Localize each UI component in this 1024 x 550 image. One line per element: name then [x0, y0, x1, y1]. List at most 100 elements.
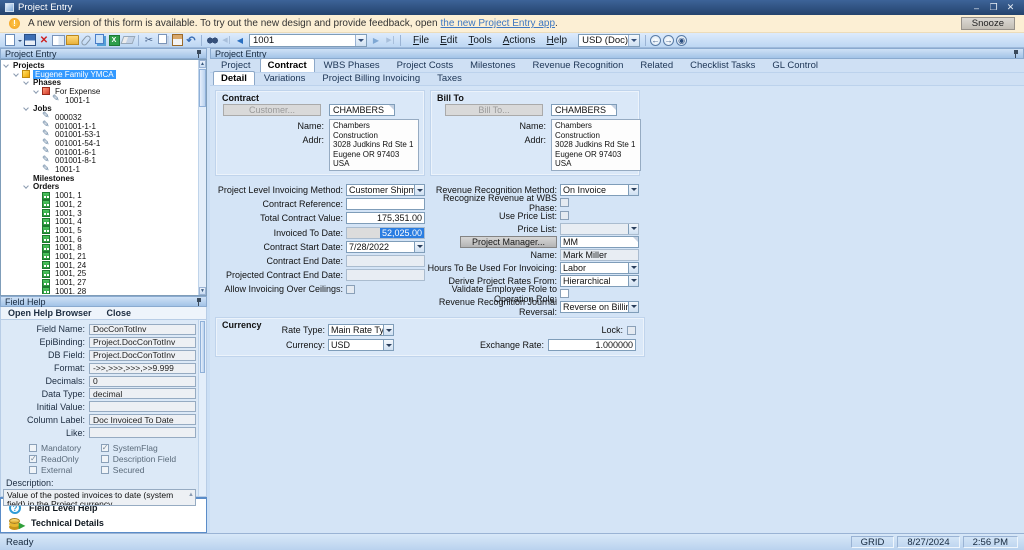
attachments-folder-icon[interactable] [65, 34, 79, 47]
menu-item[interactable]: Actions [503, 35, 536, 46]
tree-item[interactable]: 1001, 25 [2, 269, 198, 278]
next-record-icon[interactable] [369, 34, 383, 47]
tree-item[interactable]: 1001, 3 [2, 209, 198, 218]
tab[interactable]: Related [632, 58, 681, 72]
menu-item[interactable]: Edit [440, 35, 457, 46]
scroll-up-icon[interactable]: ▲ [199, 60, 206, 68]
rate-type-select[interactable]: Main Rate Type [328, 324, 394, 336]
close-button[interactable]: ✕ [1002, 2, 1019, 13]
record-navigation-circle-icon[interactable]: ◉ [676, 34, 688, 46]
sub-tab[interactable]: Variations [256, 71, 314, 85]
tree-item[interactable]: 1001, 8 [2, 243, 198, 252]
chevron-down-icon[interactable] [383, 340, 393, 350]
derive-project-rates-select[interactable]: Hierarchical [560, 274, 639, 287]
tab[interactable]: Milestones [462, 58, 523, 72]
tab[interactable]: GL Control [764, 58, 826, 72]
tree-item[interactable]: 001001-1-1 [2, 119, 198, 131]
field-help-menu-item[interactable]: Close [107, 308, 132, 318]
chevron-down-icon[interactable] [628, 301, 638, 312]
minimize-button[interactable]: – [968, 3, 985, 13]
tree-item[interactable]: Eugene Family YMCA [2, 69, 198, 79]
paste-icon[interactable] [170, 34, 184, 47]
technical-details-button[interactable]: Technical Details [9, 517, 198, 530]
tab[interactable]: Checklist Tasks [682, 58, 763, 72]
project-manager-id-field[interactable]: MM [560, 235, 639, 248]
tree-item[interactable]: 1001, 24 [2, 261, 198, 270]
tree-item[interactable]: 1001-1 [2, 93, 198, 105]
revrec-journal-reversal-select[interactable]: Reverse on Billing/Shipm [560, 300, 639, 313]
expander-icon[interactable] [23, 79, 29, 86]
bill-to-code-field[interactable]: CHAMBERS [551, 104, 617, 116]
record-id-combo[interactable]: 1001 [249, 33, 367, 47]
chevron-down-icon[interactable] [628, 34, 640, 46]
tree-item[interactable]: 001001-6-1 [2, 145, 198, 157]
back-circle-icon[interactable]: ← [650, 34, 662, 46]
search-binoculars-icon[interactable] [205, 34, 219, 47]
chevron-down-icon[interactable] [628, 275, 638, 286]
tree-item[interactable]: 001001-54-1 [2, 137, 198, 149]
tree-item[interactable]: Jobs [2, 104, 198, 113]
tree-item[interactable]: 000032 [2, 110, 198, 122]
field-help-scrollbar[interactable] [198, 320, 206, 496]
previous-record-icon[interactable] [233, 34, 247, 47]
new-icon[interactable] [3, 34, 17, 47]
copy-icon[interactable] [156, 34, 170, 47]
tab[interactable]: Project Costs [389, 58, 462, 72]
invoicing-method-select[interactable]: Customer Shipment [346, 184, 425, 197]
tree-item[interactable]: Orders [2, 182, 198, 191]
chevron-down-icon[interactable] [628, 262, 638, 273]
tree-item[interactable]: 001001-53-1 [2, 128, 198, 140]
chevron-down-icon[interactable] [628, 184, 638, 195]
pin-icon[interactable] [195, 297, 202, 306]
tree-item[interactable]: Milestones [2, 174, 198, 183]
excel-icon[interactable] [107, 34, 121, 47]
sub-tab[interactable]: Detail [213, 71, 255, 85]
tab[interactable]: WBS Phases [316, 58, 388, 72]
chevron-down-icon[interactable] [355, 34, 366, 46]
menu-item[interactable]: Help [547, 35, 568, 46]
validate-employee-role-checkbox[interactable] [560, 289, 569, 298]
tree-item[interactable]: For Expense [2, 87, 198, 96]
expander-icon[interactable] [13, 70, 19, 77]
tree-item[interactable]: 001001-8-1 [2, 154, 198, 166]
pin-icon[interactable] [195, 49, 202, 58]
expander-icon[interactable] [23, 105, 29, 112]
save-icon[interactable] [23, 34, 37, 47]
expander-icon[interactable] [33, 88, 39, 94]
new-app-link[interactable]: the new Project Entry app [441, 18, 556, 29]
hours-for-invoicing-select[interactable]: Labor [560, 261, 639, 274]
expander-icon[interactable] [23, 183, 29, 190]
clear-icon[interactable] [121, 34, 135, 47]
menu-item[interactable]: Tools [468, 35, 491, 46]
snooze-button[interactable]: Snooze [960, 17, 1015, 30]
copy-to-excel-icon[interactable] [93, 34, 107, 47]
tab[interactable]: Contract [259, 58, 315, 72]
tree-item[interactable]: 1001, 2 [2, 200, 198, 209]
scrollbar-thumb[interactable] [199, 69, 206, 107]
tree-item[interactable]: 1001, 5 [2, 226, 198, 235]
menu-item[interactable]: File [413, 35, 429, 46]
tree-item[interactable]: 1001, 1 [2, 191, 198, 200]
expander-icon[interactable] [3, 62, 9, 68]
customer-code-field[interactable]: CHAMBERS [329, 104, 395, 116]
currency-scope-combo[interactable]: USD (Doc) [578, 33, 641, 47]
tree-item[interactable]: Phases [2, 78, 198, 87]
contract-start-date-picker[interactable]: 7/28/2022 [346, 240, 425, 253]
currency-select[interactable]: USD [328, 339, 394, 351]
chevron-down-icon[interactable] [383, 325, 393, 335]
tree-item[interactable]: 1001, 28 [2, 287, 198, 294]
total-contract-value-input[interactable]: 175,351.00 [346, 212, 425, 225]
delete-icon[interactable] [37, 34, 51, 47]
tree-item[interactable]: 1001, 4 [2, 217, 198, 226]
sub-tab[interactable]: Project Billing Invoicing [314, 71, 428, 85]
tree-scrollbar[interactable]: ▲ ▼ [198, 60, 206, 295]
new-dropdown-icon[interactable] [18, 40, 22, 44]
tree-item[interactable]: 1001, 6 [2, 235, 198, 244]
sub-tab[interactable]: Taxes [429, 71, 470, 85]
chevron-down-icon[interactable] [414, 241, 424, 252]
project-manager-button[interactable]: Project Manager... [460, 235, 557, 248]
tree-item[interactable]: Projects [2, 61, 198, 70]
restore-button[interactable]: ❐ [985, 2, 1002, 13]
tree-item[interactable]: 1001-1 [2, 163, 198, 175]
tab[interactable]: Project [213, 58, 259, 72]
